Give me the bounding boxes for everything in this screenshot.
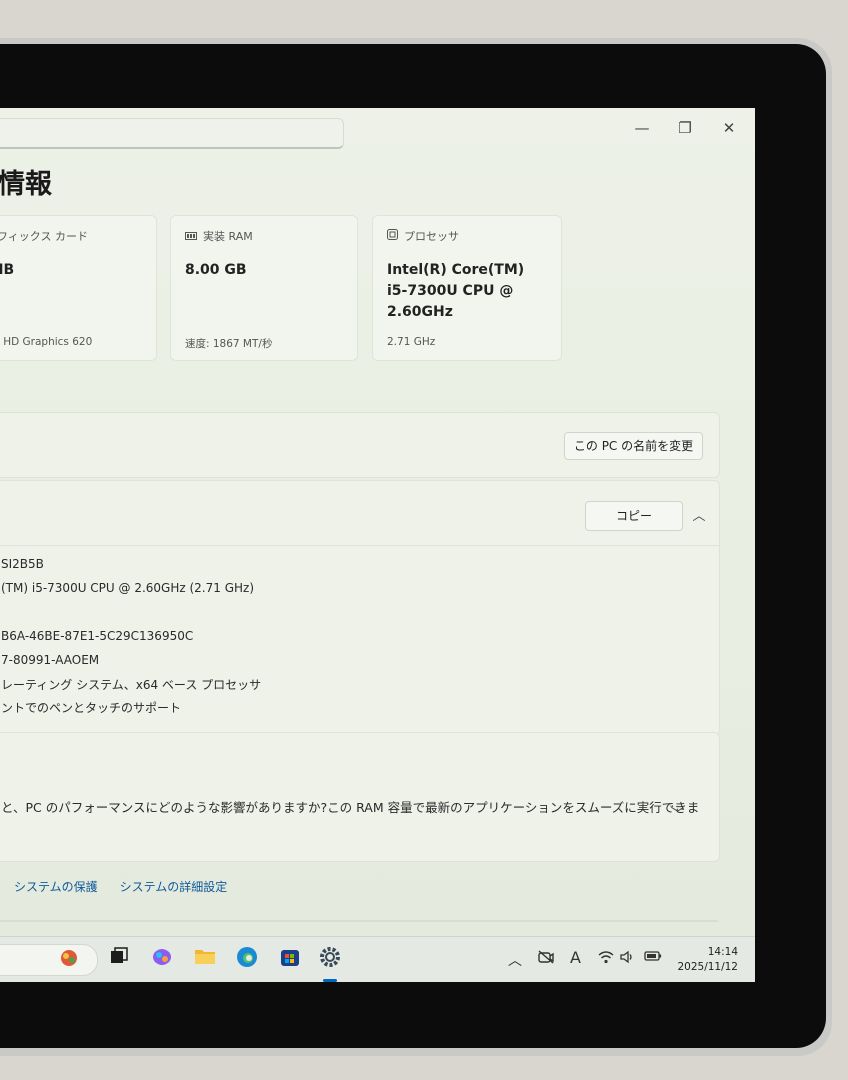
device-specs-panel: コピー ︿ SI2B5B (TM) i5-7300U CPU @ 2.60GHz… (0, 480, 720, 736)
copy-button[interactable]: コピー (585, 501, 683, 531)
close-button[interactable]: ✕ (714, 116, 744, 140)
ram-card: 実装 RAM 8.00 GB 速度: 1867 MT/秒 (170, 215, 358, 361)
task-view-icon[interactable] (106, 946, 132, 972)
screen: — ❐ ✕ 情報 グラフィックス カード 8 MB el(R) HD Graph… (0, 108, 755, 982)
battery-icon[interactable] (644, 950, 662, 966)
advanced-system-settings-link[interactable]: システムの詳細設定 (120, 878, 228, 895)
spec-line: 7-80991-AAOEM (1, 653, 100, 667)
card-sub: 2.71 GHz (387, 336, 436, 348)
chevron-up-tray-icon[interactable]: ︿ (508, 950, 522, 970)
card-label: グラフィックス カード (0, 230, 88, 243)
wifi-icon[interactable] (598, 950, 614, 968)
settings-gear-icon[interactable] (317, 946, 343, 972)
card-value: 8 MB (0, 262, 15, 278)
graphics-card-card: グラフィックス カード 8 MB el(R) HD Graphics 620 (0, 215, 157, 361)
card-value: 8.00 GB (185, 262, 247, 278)
ram-icon (185, 230, 197, 243)
edge-browser-icon[interactable] (234, 946, 260, 972)
copilot-icon[interactable] (149, 946, 175, 972)
ram-info-panel[interactable]: と、PC のパフォーマンスにどのような影響がありますか?この RAM 容量で最新… (0, 732, 720, 862)
chevron-up-icon[interactable]: ︿ (691, 505, 707, 524)
card-label: 実装 RAM (203, 230, 253, 243)
divider (0, 920, 718, 922)
card-value: Intel(R) Core(TM) i5-7300U CPU @ 2.60GHz (387, 262, 525, 320)
taskbar: ︿ A 14:14 2025/11/12 (0, 936, 755, 982)
rename-pc-panel: この PC の名前を変更 (0, 412, 720, 478)
microsoft-store-icon[interactable] (277, 946, 303, 972)
spec-line: ントでのペンとタッチのサポート (1, 701, 182, 715)
search-highlight-icon[interactable] (56, 946, 82, 972)
processor-icon (387, 229, 398, 243)
camera-off-icon[interactable] (538, 950, 554, 968)
taskbar-search-box[interactable] (0, 944, 98, 976)
device-specs-header[interactable]: コピー ︿ (0, 481, 719, 546)
volume-icon[interactable] (620, 950, 636, 968)
ram-info-text: と、PC のパフォーマンスにどのような影響がありますか?この RAM 容量で最新… (1, 800, 700, 815)
active-app-indicator (323, 979, 337, 982)
related-links: システムの保護 システムの詳細設定 (14, 878, 227, 895)
clock-date: 2025/11/12 (677, 961, 738, 973)
spec-line: B6A-46BE-87E1-5C29C136950C (1, 629, 194, 643)
card-sub: el(R) HD Graphics 620 (0, 336, 93, 348)
clock[interactable]: 14:14 2025/11/12 (672, 945, 738, 975)
minimize-button[interactable]: — (627, 116, 657, 140)
spec-line: レーティング システム、x64 ベース プロセッサ (1, 678, 262, 692)
system-protection-link[interactable]: システムの保護 (14, 878, 98, 895)
card-label: プロセッサ (404, 230, 459, 243)
rename-pc-button[interactable]: この PC の名前を変更 (564, 432, 703, 460)
file-explorer-icon[interactable] (192, 946, 218, 972)
maximize-button[interactable]: ❐ (670, 116, 700, 140)
settings-search-box[interactable] (0, 118, 344, 149)
page-title: 情報 (0, 169, 52, 200)
spec-line: SI2B5B (1, 557, 44, 571)
processor-card: プロセッサ Intel(R) Core(TM) i5-7300U CPU @ 2… (372, 215, 562, 361)
clock-time: 14:14 (707, 946, 738, 958)
spec-line: (TM) i5-7300U CPU @ 2.60GHz (2.71 GHz) (1, 581, 254, 595)
ime-indicator[interactable]: A (570, 948, 581, 967)
card-sub: 速度: 1867 MT/秒 (185, 338, 273, 350)
chevron-down-icon[interactable]: ﹀ (671, 803, 684, 822)
